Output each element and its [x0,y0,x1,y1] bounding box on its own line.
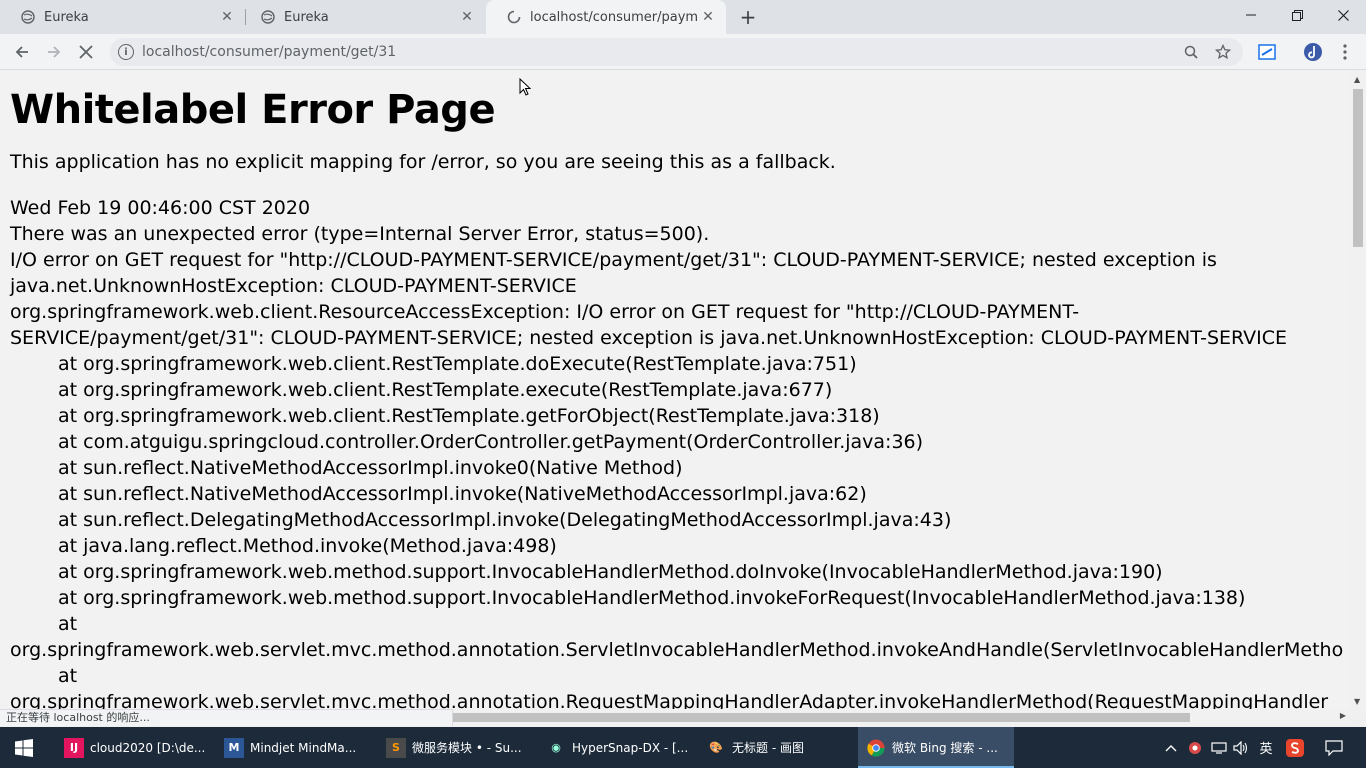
error-line: org.springframework.web.servlet.mvc.meth… [10,691,1329,709]
taskbar-item-intellij[interactable]: IJ cloud2020 [D:\de... [56,727,206,768]
profile-avatar-icon[interactable] [1302,42,1324,62]
scroll-down-arrow-icon[interactable]: ▼ [1354,697,1360,706]
error-line: There was an unexpected error (type=Inte… [10,223,710,245]
error-line: org.springframework.web.client.ResourceA… [10,301,1080,323]
browser-tab[interactable]: Eureka ✕ [0,0,245,34]
globe-icon [20,9,36,25]
error-line: at sun.reflect.NativeMethodAccessorImpl.… [58,483,867,505]
start-button[interactable] [0,727,48,768]
network-icon[interactable] [1210,727,1228,768]
browser-tab-active[interactable]: localhost/consumer/payment/ ✕ [486,0,726,34]
chrome-icon [866,738,886,758]
error-line: org.springframework.web.servlet.mvc.meth… [10,639,1344,661]
paint-icon: 🎨 [709,741,723,754]
sogou-ime-icon[interactable] [1284,727,1306,768]
close-window-button[interactable] [1320,0,1366,30]
taskbar-item-sublime[interactable]: S 微服务模块 • - Su... [378,727,530,768]
vertical-scrollbar[interactable]: ▲ ▼ [1350,71,1366,709]
page-content: Whitelabel Error Page This application h… [0,71,1350,709]
taskbar-item-hypersnap[interactable]: ◉ HyperSnap-DX - [... [538,727,690,768]
taskbar-item-paint[interactable]: 🎨 无标题 - 画图 [698,727,850,768]
forward-button[interactable] [42,40,66,64]
intellij-icon: IJ [64,737,84,758]
error-line: at org.springframework.web.client.RestTe… [58,405,880,427]
error-line: at sun.reflect.NativeMethodAccessorImpl.… [58,457,683,479]
url-text: localhost/consumer/payment/get/31 [142,44,397,60]
tab-title: Eureka [44,9,89,25]
sublime-icon: S [386,737,406,758]
new-tab-button[interactable]: + [736,5,760,29]
error-line: at org.springframework.web.method.suppor… [58,561,1163,583]
browser-tab[interactable]: Eureka ✕ [240,0,485,34]
scroll-up-arrow-icon[interactable]: ▲ [1354,75,1360,84]
taskbar-item-mindjet[interactable]: M Mindjet MindMa... [216,727,368,768]
tab-title: Eureka [284,9,329,25]
status-bubble: 正在等待 localhost 的响应... [0,709,453,726]
minimize-button[interactable] [1228,0,1274,30]
taskbar-item-chrome[interactable]: 微软 Bing 搜索 - ... [858,727,1014,768]
error-details: Wed Feb 19 00:46:00 CST 2020 There was an… [10,195,1350,709]
windows-taskbar: IJ cloud2020 [D:\de... M Mindjet MindMa.… [0,727,1366,768]
error-line: at org.springframework.web.client.RestTe… [58,379,833,401]
page-title: Whitelabel Error Page [10,87,496,133]
error-line: at [58,613,78,635]
error-line: at [58,665,78,687]
tab-strip: Eureka ✕ Eureka ✕ localhost/consumer/pay… [0,0,1366,34]
horizontal-scrollbar[interactable]: ▶ [453,709,1350,726]
restore-button[interactable] [1274,0,1320,30]
volume-icon[interactable] [1232,727,1250,768]
error-line: I/O error on GET request for "http://CLO… [10,249,1217,271]
tray-app-icon[interactable] [1186,727,1204,768]
scroll-right-arrow-icon[interactable]: ▶ [1340,711,1346,720]
loading-spinner-icon [506,9,522,25]
error-line: at sun.reflect.DelegatingMethodAccessorI… [58,509,952,531]
zoom-icon[interactable] [1179,40,1203,64]
ime-indicator[interactable]: 英 [1256,727,1276,768]
close-tab-icon[interactable]: ✕ [217,7,237,27]
action-center-icon[interactable] [1322,727,1346,768]
vertical-scroll-thumb[interactable] [1353,89,1363,247]
error-line: at java.lang.reflect.Method.invoke(Metho… [58,535,557,557]
error-line: at com.atguigu.springcloud.controller.Or… [58,431,924,453]
error-line: at org.springframework.web.method.suppor… [58,587,1246,609]
error-line: Wed Feb 19 00:46:00 CST 2020 [10,197,311,219]
site-info-icon[interactable]: i [118,44,134,60]
bookmark-star-icon[interactable] [1211,40,1235,64]
tab-title: localhost/consumer/payment/ [530,9,698,25]
stop-loading-button[interactable] [74,40,98,64]
close-tab-icon[interactable]: ✕ [457,7,477,27]
mouse-cursor-icon [519,77,532,96]
hypersnap-icon: ◉ [551,741,561,754]
error-line: at org.springframework.web.client.RestTe… [58,353,857,375]
address-bar[interactable]: i localhost/consumer/payment/get/31 [110,38,1243,66]
back-button[interactable] [10,40,34,64]
close-tab-icon[interactable]: ✕ [698,7,718,27]
error-line: SERVICE/payment/get/31": CLOUD-PAYMENT-S… [10,327,1288,349]
extension-icon[interactable] [1256,42,1278,62]
tray-expand-icon[interactable] [1162,727,1180,768]
browser-toolbar: i localhost/consumer/payment/get/31 [0,34,1366,70]
mindjet-icon: M [224,737,244,758]
horizontal-scroll-thumb[interactable] [453,713,1190,722]
error-line: java.net.UnknownHostException: CLOUD-PAY… [10,275,577,297]
menu-kebab-icon[interactable] [1334,42,1356,62]
error-intro: This application has no explicit mapping… [10,151,836,173]
globe-icon [260,9,276,25]
